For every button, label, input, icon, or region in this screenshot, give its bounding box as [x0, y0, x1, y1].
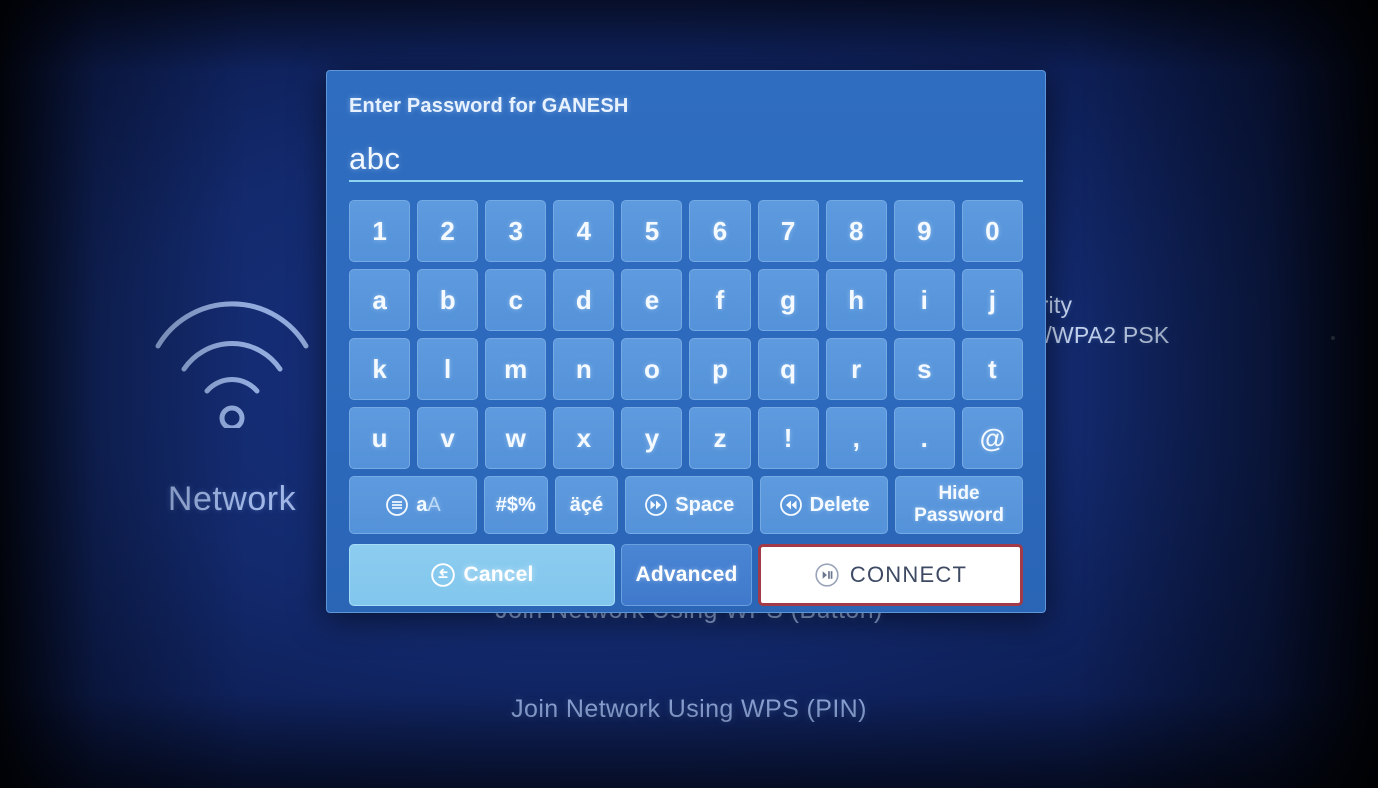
connect-button[interactable]: CONNECT — [758, 544, 1023, 606]
key-hide-password-line1: Hide — [938, 483, 980, 504]
key-1[interactable]: 1 — [349, 200, 411, 262]
key-y[interactable]: y — [621, 407, 683, 469]
key-delete[interactable]: Delete — [760, 476, 889, 534]
screen-speck — [1331, 336, 1335, 340]
key-9[interactable]: 9 — [893, 200, 955, 262]
key-hide-password-label: Hide Password — [914, 483, 1004, 527]
key-r[interactable]: r — [825, 338, 887, 400]
key-delete-label: Delete — [809, 493, 870, 516]
key-4[interactable]: 4 — [553, 200, 615, 262]
key-3[interactable]: 3 — [485, 200, 547, 262]
advanced-button[interactable]: Advanced — [621, 544, 752, 606]
key-hide-password[interactable]: Hide Password — [895, 476, 1023, 534]
key-z[interactable]: z — [689, 407, 751, 469]
password-input[interactable]: abc — [349, 134, 1023, 182]
key-period[interactable]: . — [893, 407, 955, 469]
key-6[interactable]: 6 — [689, 200, 751, 262]
key-w[interactable]: w — [485, 407, 547, 469]
key-k[interactable]: k — [349, 338, 411, 400]
key-s[interactable]: s — [893, 338, 955, 400]
fast-forward-circle-icon — [644, 493, 668, 517]
key-space-label: Space — [675, 493, 735, 516]
key-n[interactable]: n — [553, 338, 615, 400]
key-5[interactable]: 5 — [621, 200, 683, 262]
key-q[interactable]: q — [757, 338, 819, 400]
wifi-icon — [128, 296, 336, 428]
key-b[interactable]: b — [417, 269, 479, 331]
network-panel-label: Network — [167, 480, 297, 518]
key-symbols[interactable]: #$% — [483, 476, 548, 534]
key-f[interactable]: f — [689, 269, 751, 331]
key-m[interactable]: m — [485, 338, 547, 400]
key-i[interactable]: i — [893, 269, 955, 331]
password-input-value: abc — [349, 141, 401, 176]
key-at[interactable]: @ — [961, 407, 1023, 469]
key-0[interactable]: 0 — [961, 200, 1023, 262]
tv-network-settings-screen: Network curity PA/WPA2 PSK Join Network … — [0, 0, 1378, 788]
key-space[interactable]: Space — [625, 476, 754, 534]
key-e[interactable]: e — [621, 269, 683, 331]
keyboard-row-k-t: k l m n o p q r s t — [349, 338, 1023, 400]
rewind-circle-icon — [779, 493, 803, 517]
key-7[interactable]: 7 — [757, 200, 819, 262]
key-u[interactable]: u — [349, 407, 411, 469]
keyboard-row-a-j: a b c d e f g h i j — [349, 269, 1023, 331]
enter-password-dialog: Enter Password for GANESH abc 1 2 3 4 5 … — [326, 70, 1046, 613]
key-shift-upper-label: A — [427, 493, 441, 516]
return-circle-icon — [430, 562, 456, 588]
key-v[interactable]: v — [417, 407, 479, 469]
network-panel: Network — [128, 296, 336, 519]
key-p[interactable]: p — [689, 338, 751, 400]
key-exclamation[interactable]: ! — [757, 407, 819, 469]
keyboard-row-functions: aA #$% äçé Space Delete Hide Password — [349, 476, 1023, 534]
list-circle-icon — [385, 493, 409, 517]
key-t[interactable]: t — [961, 338, 1023, 400]
connect-button-label: CONNECT — [849, 562, 968, 587]
cancel-button-label: Cancel — [463, 563, 534, 586]
dialog-title: Enter Password for GANESH — [349, 95, 629, 117]
key-h[interactable]: h — [825, 269, 887, 331]
key-g[interactable]: g — [757, 269, 819, 331]
key-a[interactable]: a — [349, 269, 411, 331]
on-screen-keyboard: 1 2 3 4 5 6 7 8 9 0 a b c d e f g h i j … — [349, 200, 1023, 534]
key-accented-chars[interactable]: äçé — [554, 476, 619, 534]
cancel-button[interactable]: Cancel — [349, 544, 615, 606]
play-pause-circle-icon — [814, 562, 840, 588]
key-2[interactable]: 2 — [417, 200, 479, 262]
key-c[interactable]: c — [485, 269, 547, 331]
key-shift-lower-label: a — [416, 493, 428, 516]
key-o[interactable]: o — [621, 338, 683, 400]
menu-item-join-wps-pin[interactable]: Join Network Using WPS (PIN) — [0, 695, 1378, 724]
key-d[interactable]: d — [553, 269, 615, 331]
key-8[interactable]: 8 — [825, 200, 887, 262]
key-hide-password-line2: Password — [914, 505, 1004, 526]
keyboard-row-u-symbols: u v w x y z ! , . @ — [349, 407, 1023, 469]
key-j[interactable]: j — [961, 269, 1023, 331]
dialog-action-row: Cancel Advanced CONNECT — [349, 544, 1023, 606]
key-l[interactable]: l — [417, 338, 479, 400]
keyboard-row-digits: 1 2 3 4 5 6 7 8 9 0 — [349, 200, 1023, 262]
key-comma[interactable]: , — [825, 407, 887, 469]
key-shift-case[interactable]: aA — [349, 476, 477, 534]
key-x[interactable]: x — [553, 407, 615, 469]
